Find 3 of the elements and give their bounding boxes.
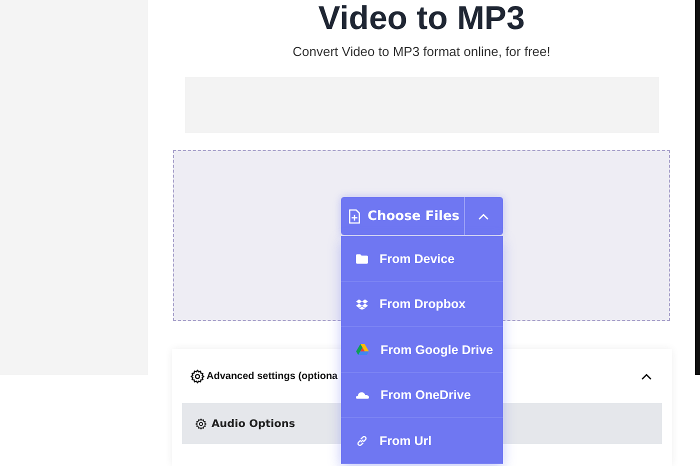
page-title: Video to MP3 [318,0,525,38]
section-title: Audio Options [212,418,296,430]
page-subtitle: Convert Video to MP3 format online, for free! [292,44,550,59]
